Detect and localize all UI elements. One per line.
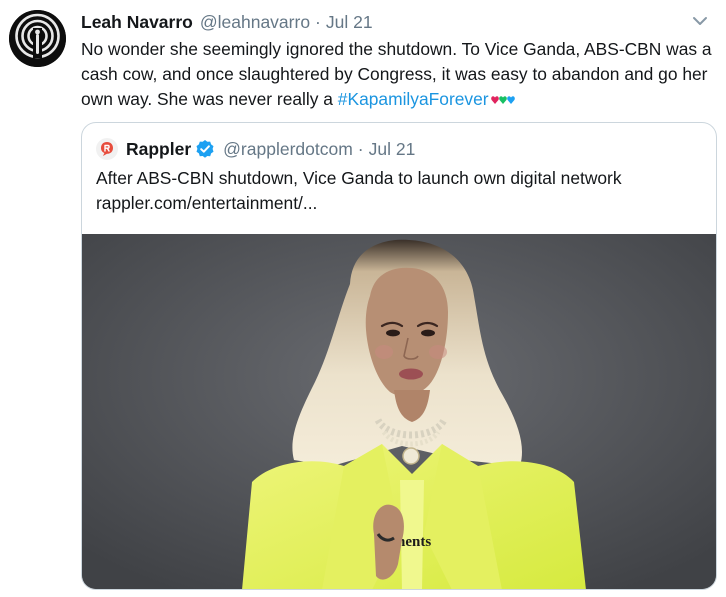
- hashtag-link[interactable]: #KapamilyaForever: [338, 89, 489, 109]
- separator-dot: ·: [315, 12, 321, 32]
- tweet-text: No wonder she seemingly ignored the shut…: [81, 37, 719, 112]
- quoted-tweet-card[interactable]: Rappler @rapplerdotcom · Jul 21 After AB…: [81, 122, 717, 590]
- quoted-tweet-header: Rappler @rapplerdotcom · Jul 21: [96, 137, 415, 161]
- rappler-logo-icon: [101, 142, 113, 156]
- chevron-down-icon: [693, 17, 707, 25]
- quoted-link[interactable]: rappler.com/entertainment/...: [96, 191, 706, 216]
- heart-icon: [490, 96, 499, 105]
- heart-icon: [506, 96, 515, 105]
- author-avatar[interactable]: [9, 10, 66, 67]
- quoted-headline: After ABS-CBN shutdown, Vice Ganda to la…: [96, 168, 622, 188]
- tweet-menu-button[interactable]: [690, 12, 710, 30]
- author-handle[interactable]: @leahnavarro: [200, 11, 310, 33]
- quoted-author-handle[interactable]: @rapplerdotcom: [223, 139, 353, 160]
- portrait-photo: ments: [82, 234, 716, 589]
- author-name[interactable]: Leah Navarro: [81, 11, 193, 33]
- quoted-post-date[interactable]: Jul 21: [369, 139, 416, 160]
- quoted-separator-dot: ·: [357, 138, 364, 159]
- post-date[interactable]: Jul 21: [326, 11, 373, 33]
- quoted-author-avatar[interactable]: [96, 138, 118, 160]
- quoted-tweet-text: After ABS-CBN shutdown, Vice Ganda to la…: [96, 166, 706, 216]
- podcast-microphone-icon: [9, 10, 66, 67]
- verified-badge-icon: [195, 139, 215, 159]
- quoted-author-name[interactable]: Rappler: [126, 139, 191, 160]
- tweet-header: Leah Navarro @leahnavarro · Jul 21: [81, 11, 373, 33]
- quoted-tweet-photo[interactable]: ments: [82, 234, 716, 589]
- hearts-emoji-icon: [490, 95, 515, 105]
- heart-icon: [498, 96, 507, 105]
